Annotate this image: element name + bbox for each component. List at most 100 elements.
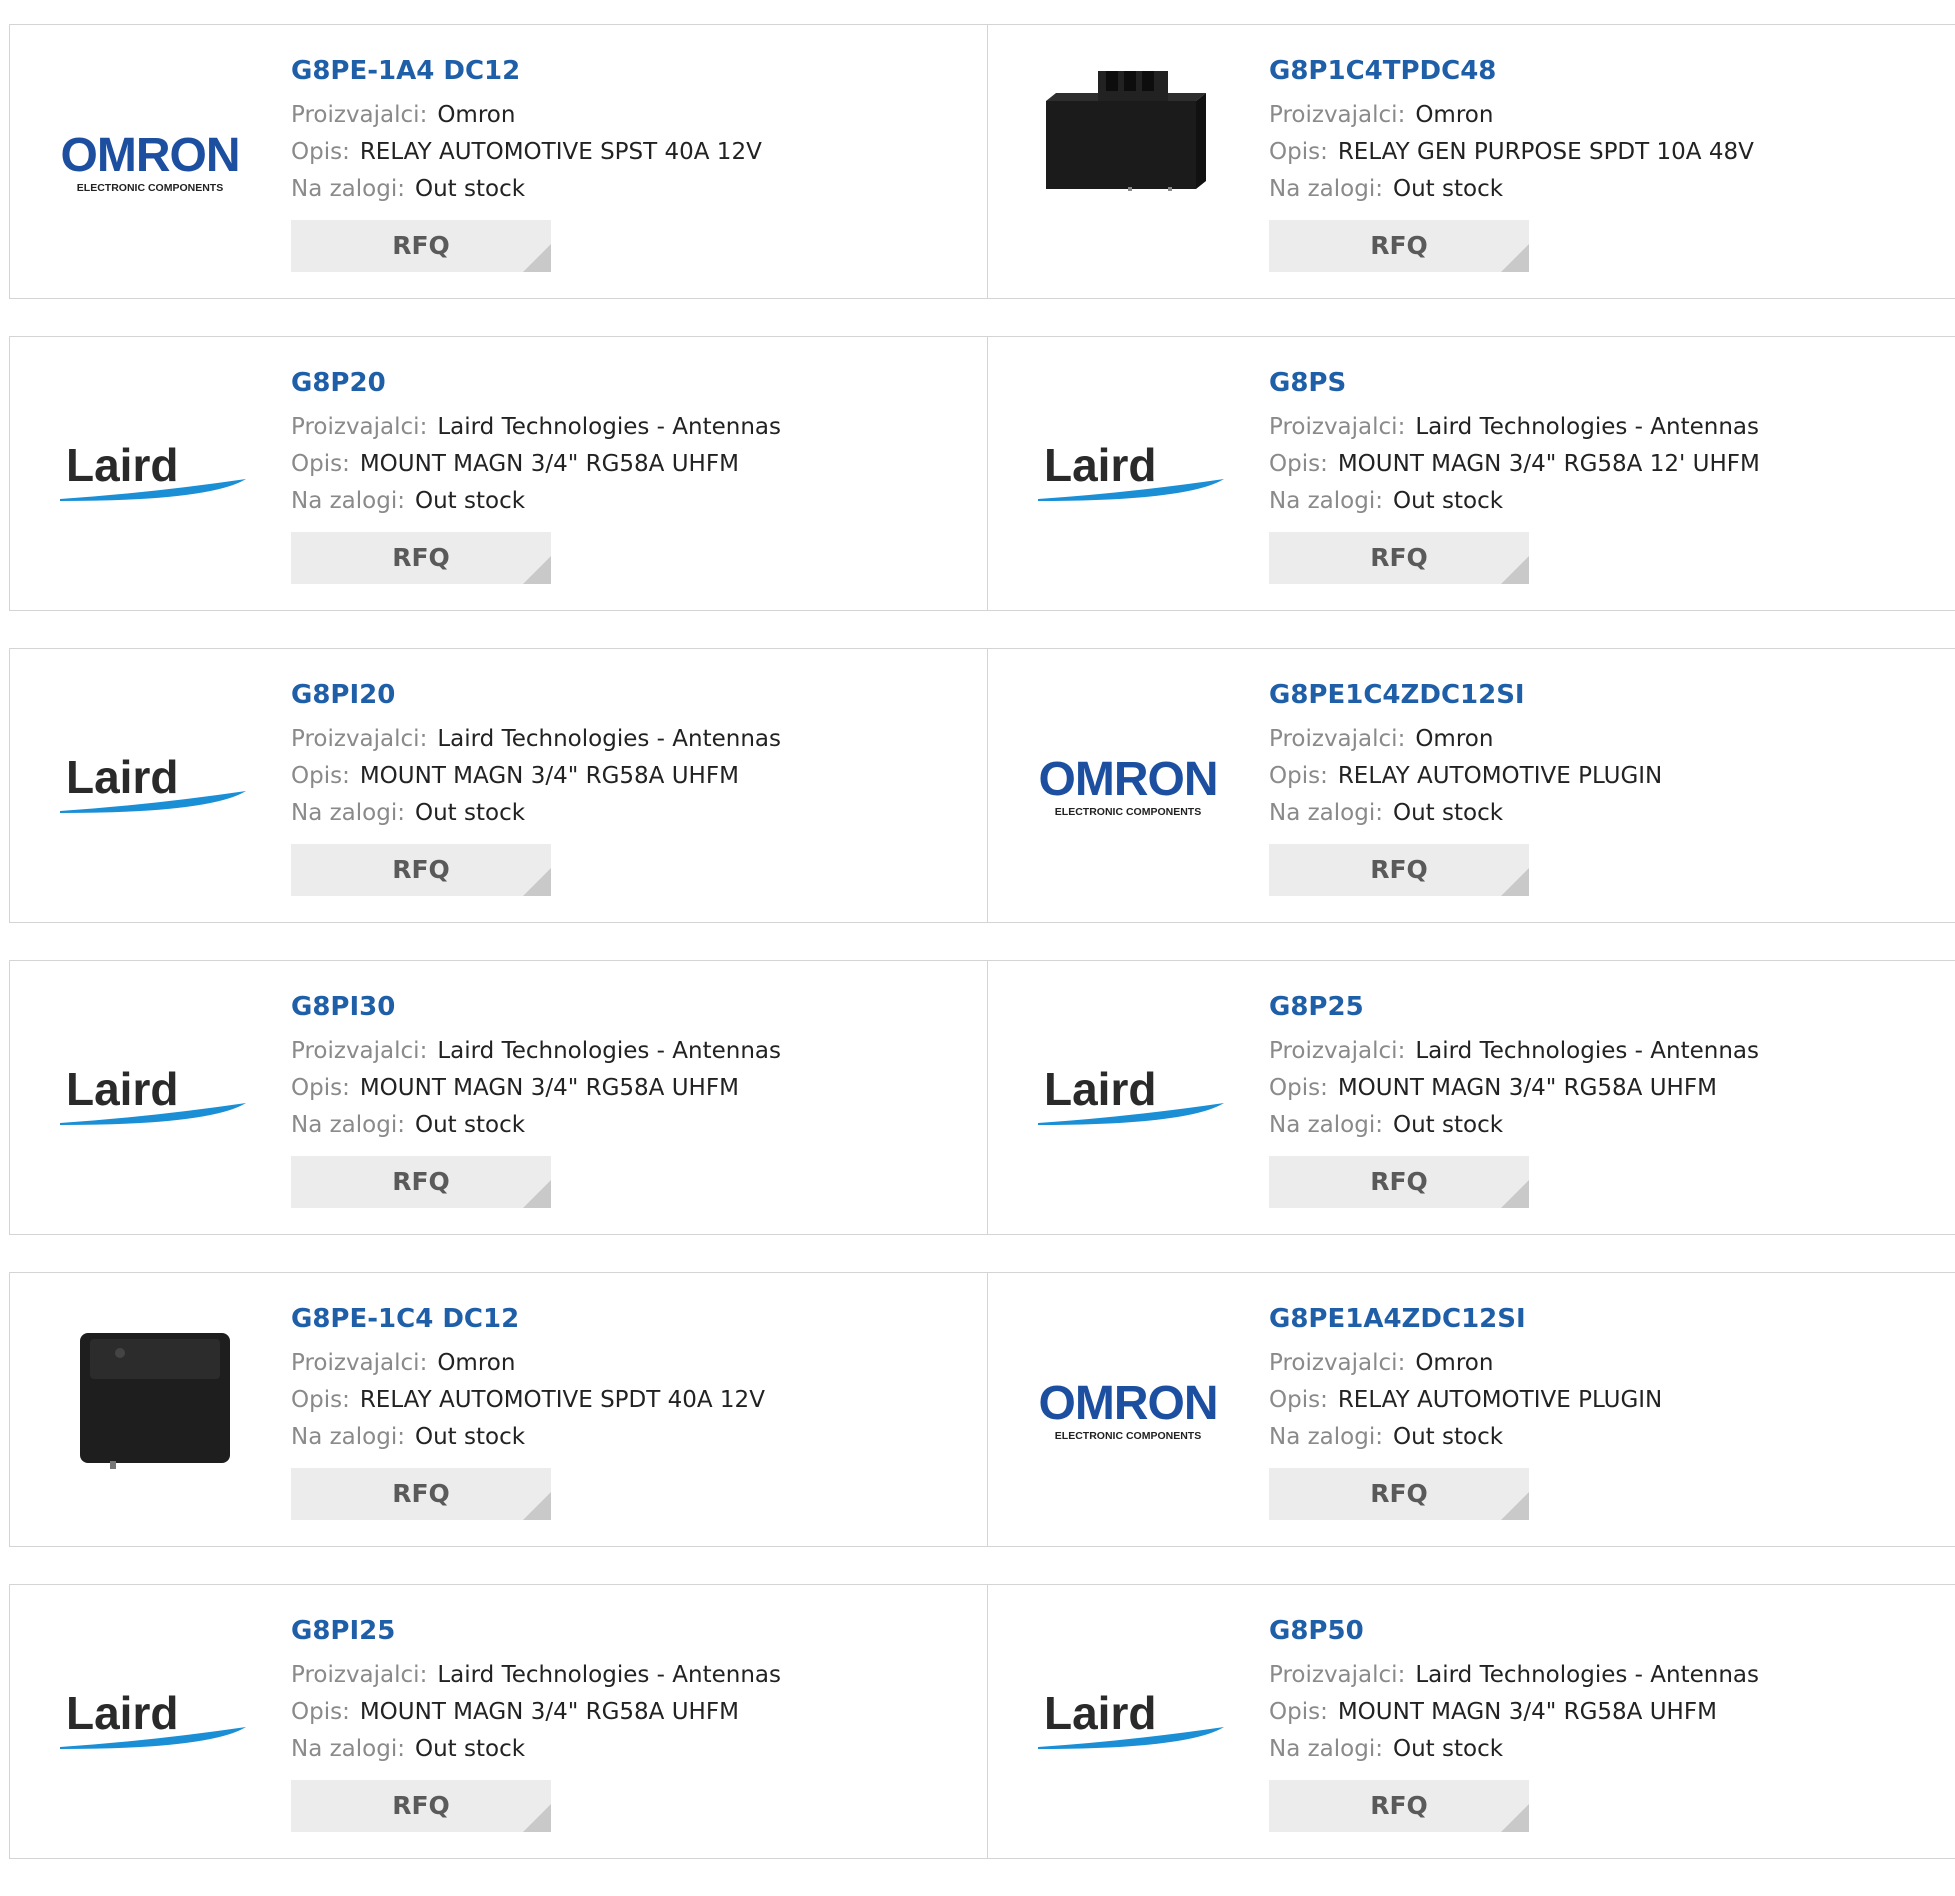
stock-row: Na zalogi: Out stock	[291, 171, 762, 208]
laird-logo-icon: Laird	[60, 1687, 246, 1749]
manufacturer-label: Proizvajalci:	[291, 102, 428, 128]
manufacturer-row: Proizvajalci: Omron	[1269, 97, 1754, 134]
stock-value: Out stock	[1392, 1736, 1504, 1762]
omron-logo-icon: OMRON ELECTRONIC COMPONENTS	[1039, 753, 1219, 818]
description-value: MOUNT MAGN 3/4" RG58A UHFM	[359, 1699, 739, 1725]
product-image[interactable]: Laird	[50, 735, 250, 835]
part-number-link[interactable]: G8PE1A4ZDC12SI	[1269, 1303, 1662, 1335]
corner-fold-icon	[523, 1180, 551, 1208]
description-row: Opis: RELAY AUTOMOTIVE SPDT 40A 12V	[291, 1382, 765, 1419]
product-image[interactable]: Laird	[1028, 1047, 1228, 1147]
corner-fold-icon	[523, 1492, 551, 1520]
rfq-button[interactable]: RFQ	[1269, 844, 1529, 896]
product-card: OMRON ELECTRONIC COMPONENTS G8PE-1A4 DC1…	[10, 25, 988, 298]
description-value: RELAY AUTOMOTIVE SPST 40A 12V	[359, 139, 762, 165]
rfq-button[interactable]: RFQ	[1269, 1780, 1529, 1832]
part-number-link[interactable]: G8PE1C4ZDC12SI	[1269, 679, 1662, 711]
rfq-button[interactable]: RFQ	[1269, 532, 1529, 584]
laird-logo-icon: Laird	[1038, 1687, 1224, 1749]
description-value: RELAY AUTOMOTIVE PLUGIN	[1337, 1387, 1663, 1413]
rfq-label: RFQ	[1370, 855, 1428, 884]
laird-logo-text: Laird	[66, 1687, 178, 1739]
rfq-button[interactable]: RFQ	[291, 1156, 551, 1208]
manufacturer-label: Proizvajalci:	[291, 1662, 428, 1688]
product-image[interactable]	[50, 1333, 250, 1469]
corner-fold-icon	[523, 244, 551, 272]
manufacturer-value: Omron	[437, 102, 516, 128]
part-number-link[interactable]: G8PS	[1269, 367, 1760, 399]
description-value: RELAY AUTOMOTIVE SPDT 40A 12V	[359, 1387, 765, 1413]
product-image[interactable]: Laird	[1028, 1671, 1228, 1771]
product-info: G8PE1C4ZDC12SI Proizvajalci: Omron Opis: R…	[1269, 679, 1662, 896]
product-info: G8PS Proizvajalci: Laird Technologies - A…	[1269, 367, 1760, 584]
laird-logo-icon: Laird	[60, 1063, 246, 1125]
product-card: OMRON ELECTRONIC COMPONENTS G8PE1A4ZDC12…	[988, 1273, 1955, 1546]
rfq-button[interactable]: RFQ	[1269, 1468, 1529, 1520]
product-card: G8PE-1C4 DC12 Proizvajalci: Omron Opis: RE…	[10, 1273, 988, 1546]
product-image[interactable]: Laird	[50, 423, 250, 523]
product-image[interactable]: OMRON ELECTRONIC COMPONENTS	[50, 111, 250, 211]
manufacturer-label: Proizvajalci:	[291, 1038, 428, 1064]
product-image[interactable]: Laird	[1028, 423, 1228, 523]
stock-value: Out stock	[1392, 176, 1504, 202]
stock-value: Out stock	[414, 1736, 526, 1762]
part-number-link[interactable]: G8PE-1A4 DC12	[291, 55, 762, 87]
manufacturer-value: Laird Technologies - Antennas	[437, 726, 781, 752]
description-value: MOUNT MAGN 3/4" RG58A 12' UHFM	[1337, 451, 1760, 477]
stock-row: Na zalogi: Out stock	[291, 1731, 781, 1768]
rfq-button[interactable]: RFQ	[1269, 1156, 1529, 1208]
laird-logo-text: Laird	[66, 439, 178, 491]
product-card: Laird G8PI20 Proizvajalci: Laird Technolo…	[10, 649, 988, 922]
part-number-link[interactable]: G8P1C4TPDC48	[1269, 55, 1754, 87]
product-card: Laird G8PI25 Proizvajalci: Laird Technolo…	[10, 1585, 988, 1858]
rfq-button[interactable]: RFQ	[291, 1468, 551, 1520]
laird-logo-text: Laird	[1044, 439, 1156, 491]
product-image[interactable]: OMRON ELECTRONIC COMPONENTS	[1028, 735, 1228, 835]
manufacturer-label: Proizvajalci:	[1269, 102, 1406, 128]
omron-logo-icon: OMRON ELECTRONIC COMPONENTS	[61, 129, 241, 194]
part-number-link[interactable]: G8P25	[1269, 991, 1759, 1023]
rfq-button[interactable]: RFQ	[291, 1780, 551, 1832]
manufacturer-row: Proizvajalci: Laird Technologies - Antenn…	[291, 721, 781, 758]
description-row: Opis: MOUNT MAGN 3/4" RG58A UHFM	[1269, 1070, 1759, 1107]
manufacturer-row: Proizvajalci: Laird Technologies - Antenn…	[1269, 409, 1760, 446]
product-info: G8PE1A4ZDC12SI Proizvajalci: Omron Opis: R…	[1269, 1303, 1662, 1520]
omron-logo-text: OMRON	[61, 129, 240, 182]
corner-fold-icon	[1501, 1492, 1529, 1520]
product-image[interactable]: Laird	[50, 1671, 250, 1771]
product-row: OMRON ELECTRONIC COMPONENTS G8PE-1A4 DC1…	[9, 24, 1955, 299]
description-row: Opis: MOUNT MAGN 3/4" RG58A UHFM	[291, 1694, 781, 1731]
product-image[interactable]	[1028, 71, 1228, 211]
product-image[interactable]: Laird	[50, 1047, 250, 1147]
product-grid: OMRON ELECTRONIC COMPONENTS G8PE-1A4 DC1…	[9, 24, 1955, 1896]
laird-logo-icon: Laird	[1038, 1063, 1224, 1125]
omron-logo-subtext: ELECTRONIC COMPONENTS	[1055, 1430, 1201, 1442]
omron-logo-text: OMRON	[1039, 753, 1218, 806]
part-number-link[interactable]: G8P50	[1269, 1615, 1759, 1647]
rfq-button[interactable]: RFQ	[1269, 220, 1529, 272]
stock-row: Na zalogi: Out stock	[1269, 171, 1754, 208]
manufacturer-label: Proizvajalci:	[291, 1350, 428, 1376]
manufacturer-label: Proizvajalci:	[291, 414, 428, 440]
part-number-link[interactable]: G8PI25	[291, 1615, 781, 1647]
part-number-link[interactable]: G8PE-1C4 DC12	[291, 1303, 765, 1335]
manufacturer-row: Proizvajalci: Laird Technologies - Antenn…	[291, 1033, 781, 1070]
description-label: Opis:	[1269, 139, 1328, 165]
rfq-button[interactable]: RFQ	[291, 532, 551, 584]
part-number-link[interactable]: G8PI20	[291, 679, 781, 711]
description-value: MOUNT MAGN 3/4" RG58A UHFM	[359, 451, 739, 477]
manufacturer-row: Proizvajalci: Laird Technologies - Antenn…	[291, 1657, 781, 1694]
rfq-button[interactable]: RFQ	[291, 844, 551, 896]
product-row: Laird G8PI25 Proizvajalci: Laird Technolo…	[9, 1584, 1955, 1859]
corner-fold-icon	[523, 556, 551, 584]
part-number-link[interactable]: G8P20	[291, 367, 781, 399]
product-row: G8PE-1C4 DC12 Proizvajalci: Omron Opis: RE…	[9, 1272, 1955, 1547]
part-number-link[interactable]: G8PI30	[291, 991, 781, 1023]
product-image[interactable]: OMRON ELECTRONIC COMPONENTS	[1028, 1359, 1228, 1459]
description-label: Opis:	[291, 1699, 350, 1725]
description-label: Opis:	[291, 1075, 350, 1101]
stock-label: Na zalogi:	[291, 800, 405, 826]
rfq-button[interactable]: RFQ	[291, 220, 551, 272]
product-info: G8PE-1A4 DC12 Proizvajalci: Omron Opis: RE…	[291, 55, 762, 272]
stock-label: Na zalogi:	[291, 176, 405, 202]
